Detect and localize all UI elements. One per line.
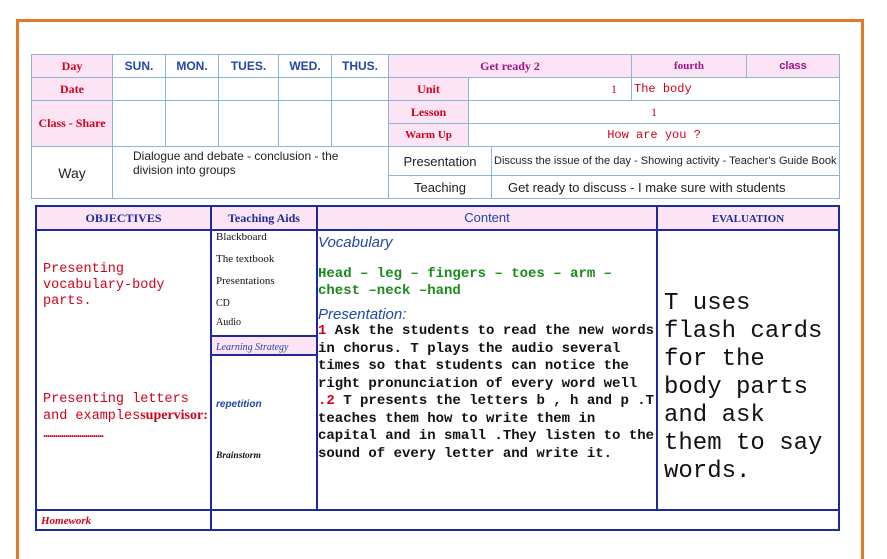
objective-vocabulary: Presenting vocabulary-body parts. — [43, 262, 165, 309]
day-thus: THUS. — [331, 54, 389, 78]
learning-strategy-label: Learning Strategy — [216, 342, 289, 353]
way-label: Way — [31, 146, 113, 199]
evaluation-header: EVALUATION — [656, 205, 840, 231]
aids-header-text: Teaching Aids — [228, 211, 300, 225]
unit-name: The body — [631, 77, 841, 101]
day-label: Day — [31, 54, 113, 78]
learning-strategy-row: Learning Strategy — [212, 335, 316, 356]
day-tues: TUES. — [218, 54, 279, 78]
lesson-header-table: Day SUN. MON. TUES. WED. THUS. Get ready… — [31, 54, 841, 199]
class-cell — [331, 100, 389, 147]
objective-letters: Presenting letters and examplessuperviso… — [43, 392, 208, 443]
class-label: class — [746, 54, 841, 78]
aids-header: Teaching Aids — [210, 205, 318, 231]
way-text: Dialogue and debate - conclusion - the d… — [112, 146, 389, 199]
evaluation-text: T uses flash cards for the body parts an… — [664, 290, 823, 485]
class-cell — [165, 100, 219, 147]
strategy-brainstorm: Brainstorm — [216, 451, 261, 461]
unit-label: Unit — [388, 77, 469, 101]
book-title: Get ready 2 — [387, 54, 633, 78]
aid-textbook: The textbook — [216, 253, 275, 265]
step-1-text: Ask the students to read the new words i… — [318, 323, 655, 392]
supervisor-label: supervisor: — [140, 408, 208, 423]
evaluation-cell: T uses flash cards for the body parts an… — [656, 229, 840, 511]
date-cell — [278, 77, 332, 101]
objectives-cell: Presenting vocabulary-body parts. Presen… — [35, 229, 212, 511]
strategy-repetition: repetition — [216, 399, 262, 410]
objectives-header-text: OBJECTIVES — [85, 211, 162, 225]
step-2-text: T presents the letters b , h and p .T te… — [318, 393, 655, 462]
homework-content-cell — [210, 509, 840, 531]
day-wed: WED. — [278, 54, 332, 78]
lesson-number: 1 — [467, 100, 841, 124]
date-cell — [165, 77, 219, 101]
class-cell — [278, 100, 332, 147]
teaching-label: Teaching — [388, 175, 492, 199]
class-share-label: Class - Share — [31, 100, 113, 147]
lesson-plan-table: OBJECTIVES Teaching Aids Content EVALUAT… — [35, 205, 840, 531]
date-cell — [112, 77, 166, 101]
unit-number: 1 — [467, 77, 633, 101]
grade-level: fourth — [631, 54, 748, 78]
presentation-label: Presentation — [388, 146, 492, 176]
content-header-text: Content — [464, 210, 510, 225]
presentation-heading: Presentation: — [318, 305, 407, 323]
day-sun: SUN. — [112, 54, 166, 78]
date-cell — [218, 77, 279, 101]
teaching-text: Get ready to discuss - I make sure with … — [490, 175, 841, 199]
aid-presentations: Presentations — [216, 275, 275, 287]
lesson-label: Lesson — [388, 100, 469, 124]
content-header: Content — [316, 205, 658, 231]
aid-cd: CD — [216, 298, 230, 309]
aid-blackboard: Blackboard — [216, 231, 267, 243]
supervisor-dots: .............................. — [43, 426, 104, 440]
homework-label-cell: Homework — [35, 509, 212, 531]
class-cell — [218, 100, 279, 147]
aids-cell: Blackboard The textbook Presentations CD… — [210, 229, 318, 511]
warmup-text: How are you ? — [467, 123, 841, 147]
homework-label: Homework — [41, 515, 92, 527]
evaluation-header-text: EVALUATION — [711, 213, 785, 225]
date-cell — [331, 77, 389, 101]
class-cell — [112, 100, 166, 147]
content-cell: Vocabulary Head – leg – fingers – toes –… — [316, 229, 658, 511]
presentation-text: Discuss the issue of the day - Showing a… — [490, 146, 841, 176]
presentation-steps: 1 Ask the students to read the new words… — [318, 323, 656, 463]
vocabulary-heading: Vocabulary — [318, 234, 393, 251]
objectives-header: OBJECTIVES — [35, 205, 212, 231]
vocabulary-words: Head – leg – fingers – toes – arm – ches… — [318, 265, 613, 300]
step-2-number: .2 — [318, 393, 335, 409]
day-mon: MON. — [165, 54, 219, 78]
aid-audio: Audio — [216, 317, 241, 328]
date-label: Date — [31, 77, 113, 101]
warmup-label: Warm Up — [388, 123, 469, 147]
